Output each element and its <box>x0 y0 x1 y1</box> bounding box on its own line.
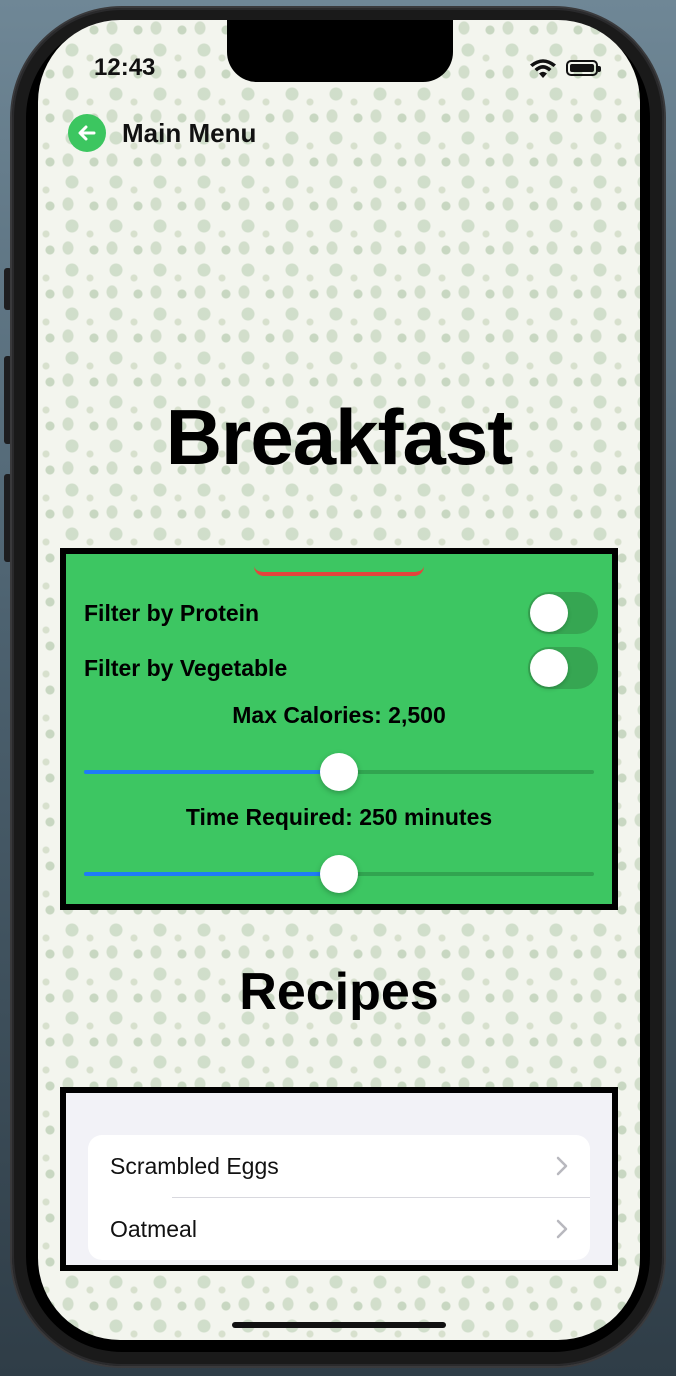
app-screen: 12:43 Main Menu Breakfast Filter by Prot… <box>38 20 640 1340</box>
sheet-handle[interactable] <box>254 566 424 576</box>
page-title: Breakfast <box>165 393 514 481</box>
chevron-right-icon <box>556 1156 568 1176</box>
filter-protein-toggle[interactable] <box>528 592 598 634</box>
recipes-heading: Recipes <box>239 963 439 1021</box>
recipe-item-label: Oatmeal <box>110 1215 197 1242</box>
recipe-list: Scrambled Eggs Oatmeal <box>88 1135 590 1260</box>
volume-up-button <box>4 356 12 444</box>
time-required-label: Time Required: 250 minutes <box>185 804 493 830</box>
slider-thumb[interactable] <box>320 753 358 791</box>
wifi-icon <box>530 59 556 78</box>
back-button[interactable]: Main Menu <box>68 114 256 152</box>
filter-panel: Filter by Protein Filter by Vegetable Ma… <box>60 548 618 910</box>
filter-protein-label: Filter by Protein <box>84 600 260 626</box>
max-calories-label: Max Calories: 2,500 <box>232 702 446 728</box>
home-indicator[interactable] <box>232 1322 446 1328</box>
max-calories-slider[interactable] <box>84 752 594 792</box>
time-required-slider[interactable] <box>84 854 594 894</box>
recipe-item-oatmeal[interactable]: Oatmeal <box>88 1198 590 1260</box>
volume-down-button <box>4 474 12 562</box>
recipes-panel: Scrambled Eggs Oatmeal <box>60 1087 618 1271</box>
status-time: 12:43 <box>94 54 156 81</box>
recipe-item-label: Scrambled Eggs <box>110 1152 279 1179</box>
mute-switch <box>4 268 12 310</box>
back-arrow-icon <box>68 114 106 152</box>
toggle-knob <box>530 594 568 632</box>
filter-vegetable-label: Filter by Vegetable <box>84 655 288 681</box>
recipe-item-scrambled-eggs[interactable]: Scrambled Eggs <box>88 1135 590 1197</box>
slider-fill <box>84 872 339 876</box>
slider-thumb[interactable] <box>320 855 358 893</box>
chevron-right-icon <box>556 1219 568 1239</box>
back-button-label: Main Menu <box>122 117 257 148</box>
notch <box>227 20 453 82</box>
battery-icon <box>566 60 601 76</box>
filter-vegetable-toggle[interactable] <box>528 647 598 689</box>
slider-fill <box>84 770 339 774</box>
toggle-knob <box>530 649 568 687</box>
